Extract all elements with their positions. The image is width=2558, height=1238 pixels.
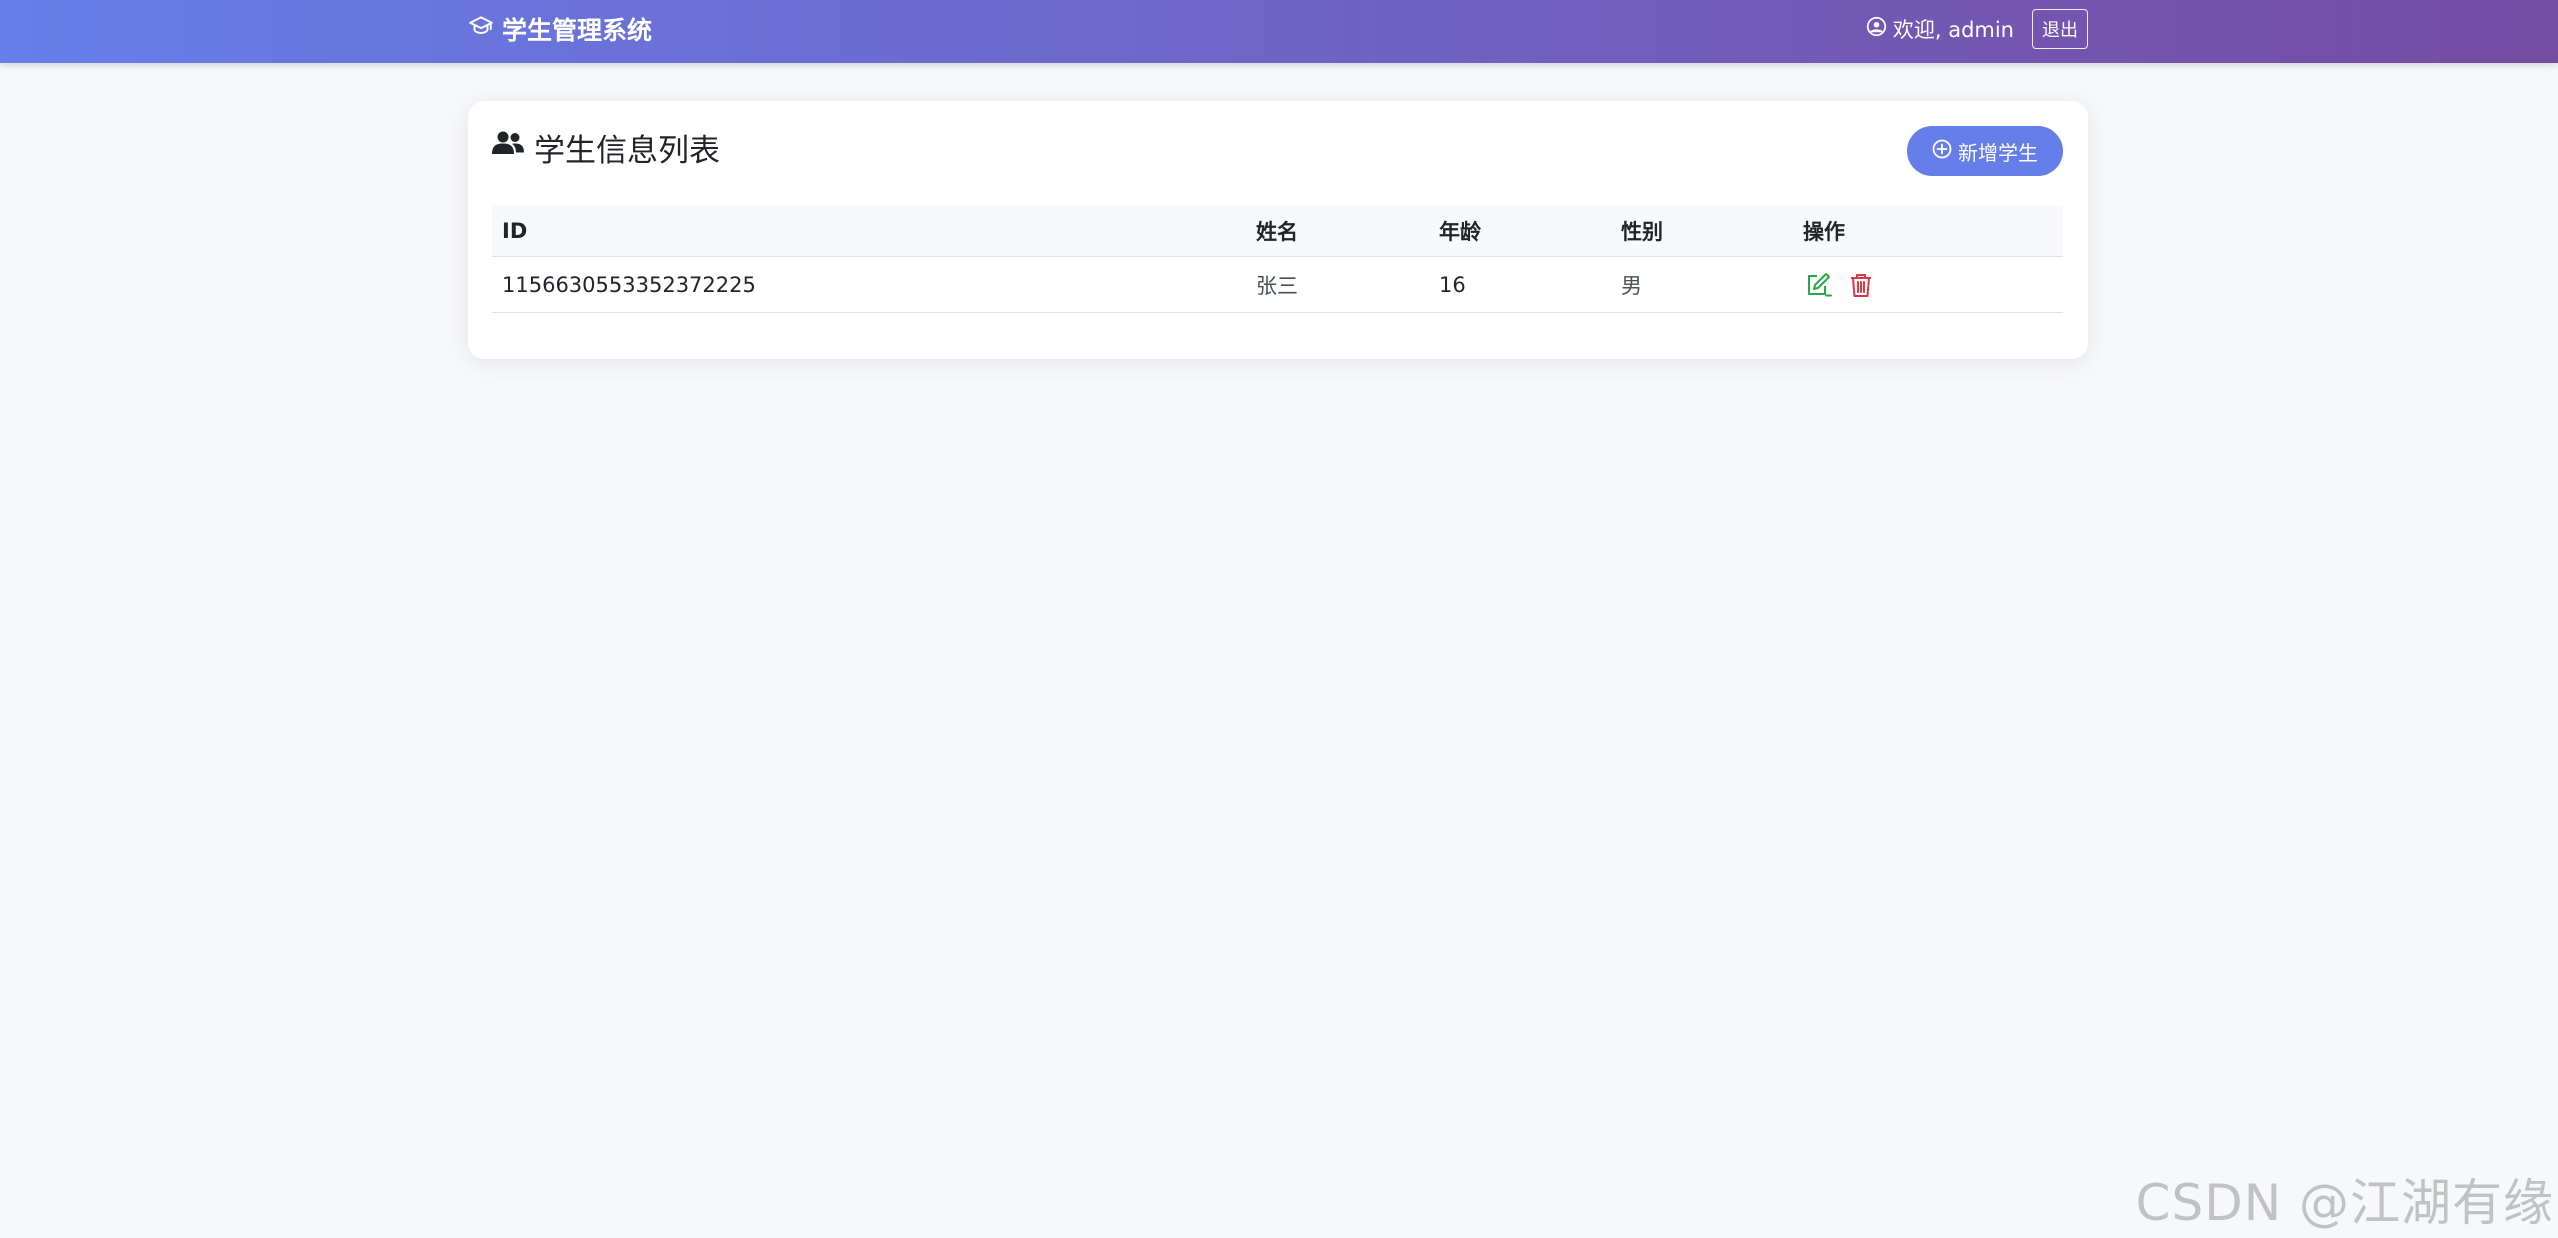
plus-circle-icon: [1932, 139, 1952, 164]
table-row: 1156630553352372225 张三 16 男: [492, 256, 2063, 313]
cell-name: 张三: [1246, 256, 1429, 313]
cell-gender: 男: [1611, 256, 1793, 313]
add-student-button[interactable]: 新增学生: [1907, 126, 2063, 176]
row-actions: [1803, 269, 2053, 301]
edit-icon[interactable]: [1803, 269, 1835, 301]
student-list-card: 学生信息列表 新增学生 ID 姓名 年龄 性别 操作 1156630553352…: [468, 101, 2088, 359]
user-area: 欢迎, admin 退出: [1866, 0, 2088, 57]
app-title: 学生管理系统: [502, 16, 653, 45]
welcome-text: 欢迎, admin: [1892, 17, 2014, 42]
column-header-id: ID: [492, 206, 1246, 257]
logout-button[interactable]: 退出: [2032, 8, 2088, 49]
delete-icon[interactable]: [1845, 269, 1877, 301]
column-header-age: 年龄: [1429, 206, 1611, 257]
student-table: ID 姓名 年龄 性别 操作 1156630553352372225 张三 16…: [492, 206, 2063, 313]
watermark: CSDN @江湖有缘: [2135, 1174, 2554, 1232]
cell-age: 16: [1429, 256, 1611, 313]
page-title: 学生信息列表: [492, 123, 720, 171]
table-header-row: ID 姓名 年龄 性别 操作: [492, 206, 2063, 257]
column-header-actions: 操作: [1793, 206, 2063, 257]
cell-actions: [1793, 256, 2063, 313]
welcome-message: 欢迎, admin: [1866, 14, 2014, 44]
users-icon: [492, 129, 524, 165]
top-navbar: 学生管理系统 欢迎, admin 退出: [0, 0, 2558, 63]
brand[interactable]: 学生管理系统: [468, 0, 652, 58]
graduation-cap-icon: [468, 13, 494, 45]
cell-id: 1156630553352372225: [492, 256, 1246, 313]
add-student-label: 新增学生: [1958, 140, 2038, 165]
user-circle-icon: [1866, 16, 1887, 42]
column-header-gender: 性别: [1611, 206, 1793, 257]
column-header-name: 姓名: [1246, 206, 1429, 257]
page-title-text: 学生信息列表: [534, 132, 720, 169]
